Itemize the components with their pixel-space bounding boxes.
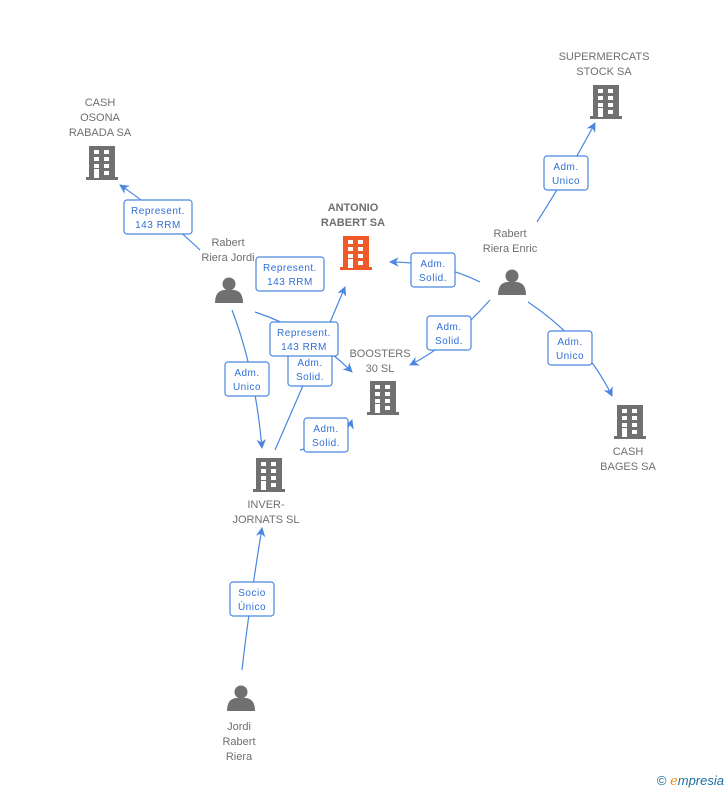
edge-label-text: Represent.: [277, 328, 331, 339]
edge-label-text: Unico: [552, 176, 580, 187]
node-label: Jordi: [227, 721, 251, 733]
edge-label-text: Represent.: [131, 206, 185, 217]
node-label: RABADA SA: [69, 127, 132, 139]
edge-label[interactable]: Adm. Unico: [543, 155, 589, 191]
edge-label-text: Adm.: [557, 337, 582, 348]
node-label: STOCK SA: [576, 66, 632, 78]
edge-label-text: Adm.: [234, 368, 259, 379]
edge-label[interactable]: Adm. Unico: [224, 361, 270, 397]
edge-label[interactable]: Adm. Solid.: [303, 417, 349, 453]
node-label: BOOSTERS: [349, 348, 410, 360]
edge-label-text: Unico: [233, 382, 261, 393]
node-cash_osona[interactable]: CASH OSONA RABADA SA: [69, 97, 132, 180]
node-label: BAGES SA: [600, 461, 656, 473]
node-antonio[interactable]: ANTONIO RABERT SA: [321, 202, 385, 270]
node-label: Rabert: [222, 736, 255, 748]
node-label: Riera Jordi: [201, 252, 254, 264]
edge-label-text: Adm.: [313, 424, 338, 435]
node-label: Riera: [226, 751, 253, 763]
node-label: JORNATS SL: [232, 514, 299, 526]
edge-label-text: Adm.: [420, 259, 445, 270]
copyright-symbol: ©: [656, 773, 667, 788]
edge-label-text: Adm.: [436, 322, 461, 333]
node-cash_bages[interactable]: CASH BAGES SA: [600, 405, 656, 473]
edge-label-text: Adm.: [297, 358, 322, 369]
logo-text: mpresia: [677, 773, 724, 788]
person-icon: [215, 277, 243, 303]
edge-label[interactable]: Adm. Solid.: [426, 315, 472, 351]
node-label: Riera Enric: [483, 243, 538, 255]
node-label: INVER-: [247, 499, 285, 511]
node-label: RABERT SA: [321, 217, 385, 229]
node-label: ANTONIO: [328, 202, 379, 214]
edge-label[interactable]: Represent. 143 RRM: [269, 321, 339, 357]
empresia-logo: © empresia: [657, 773, 724, 789]
person-icon: [227, 685, 255, 711]
edge-label-text: Solid.: [312, 438, 340, 449]
edge-label[interactable]: Adm. Solid.: [410, 252, 456, 288]
building-icon: [86, 146, 118, 180]
edge-label-text: Solid.: [296, 372, 324, 383]
edge-label-text: Único: [238, 600, 266, 613]
node-label: CASH: [85, 97, 116, 109]
building-icon: [253, 458, 285, 492]
edge-label[interactable]: Represent. 143 RRM: [255, 256, 325, 292]
edge-label-text: Solid.: [419, 273, 447, 284]
edge-label-text: Solid.: [435, 336, 463, 347]
node-rabert_enric[interactable]: Rabert Riera Enric: [483, 228, 538, 295]
building-icon: [590, 85, 622, 119]
edge-label[interactable]: Adm. Solid.: [287, 351, 333, 387]
edge-label[interactable]: Adm. Unico: [547, 330, 593, 366]
node-label: Rabert: [211, 237, 244, 249]
edge-label-text: Socio: [238, 588, 266, 599]
edge-label-text: 143 RRM: [281, 342, 327, 353]
edge-label-text: Represent.: [263, 263, 317, 274]
node-boosters[interactable]: BOOSTERS 30 SL: [349, 348, 411, 415]
building-icon: [340, 236, 372, 270]
node-inver[interactable]: INVER- JORNATS SL: [232, 458, 300, 526]
node-label: 30 SL: [366, 363, 395, 375]
edge-label-text: 143 RRM: [135, 220, 181, 231]
node-label: CASH: [613, 446, 644, 458]
node-rabert_jordi[interactable]: Rabert Riera Jordi: [201, 237, 255, 303]
network-diagram: CASH OSONA RABADA SA SUPERMERCATS STOCK SA AN…: [69, 51, 657, 764]
edge-label-text: Adm.: [553, 162, 578, 173]
building-icon: [614, 405, 646, 439]
node-label: Rabert: [493, 228, 526, 240]
edge-label-text: Unico: [556, 351, 584, 362]
node-label: OSONA: [80, 112, 120, 124]
node-supermercats[interactable]: SUPERMERCATS STOCK SA: [559, 51, 650, 119]
edge-label[interactable]: SocioÚnico: [229, 581, 275, 617]
person-icon: [498, 269, 526, 295]
node-jordi[interactable]: Jordi Rabert Riera: [222, 685, 256, 764]
logo-e: e: [670, 774, 678, 789]
edge-label[interactable]: Represent. 143 RRM: [123, 199, 193, 235]
edge-label-text: 143 RRM: [267, 277, 313, 288]
building-icon: [367, 381, 399, 415]
node-label: SUPERMERCATS: [559, 51, 650, 63]
